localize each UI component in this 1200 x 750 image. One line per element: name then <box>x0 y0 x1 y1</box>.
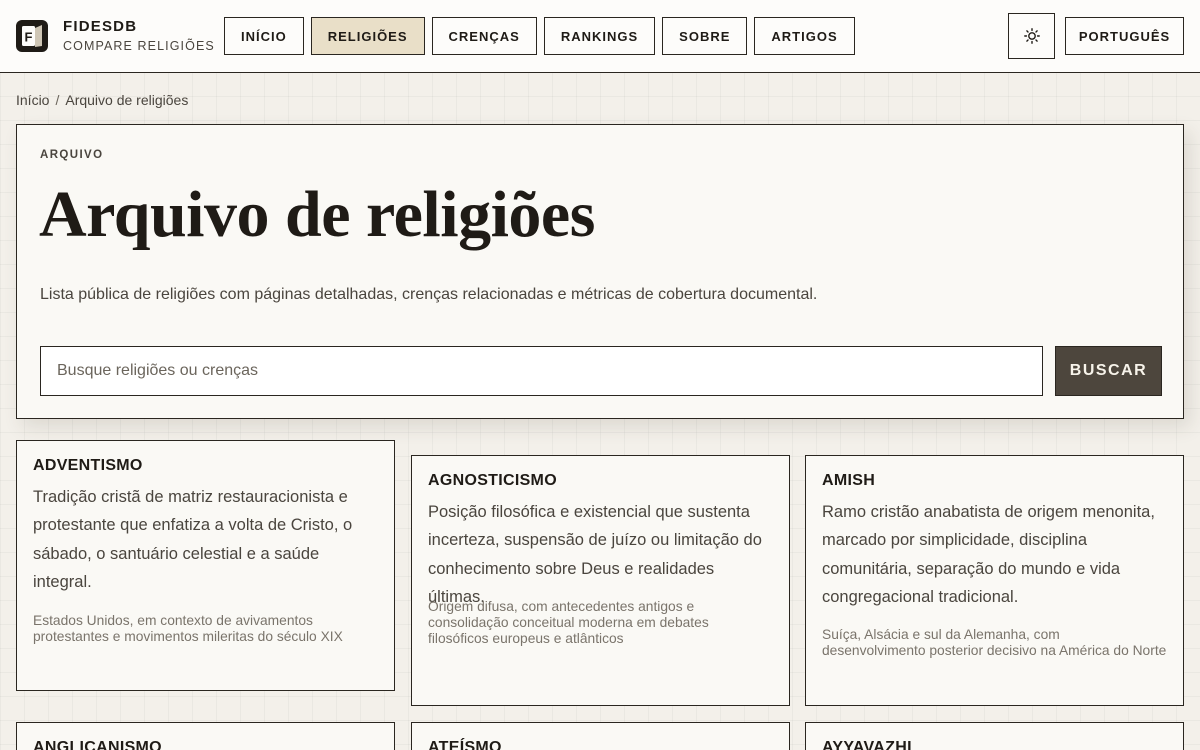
card-origin: Suíça, Alsácia e sul da Alemanha, com de… <box>822 627 1167 658</box>
religion-card-amish[interactable]: AMISH Ramo cristão anabatista de origem … <box>805 455 1184 706</box>
page-description: Lista pública de religiões com páginas d… <box>40 286 818 303</box>
religion-card-ateismo[interactable]: ATEÍSMO <box>411 722 790 750</box>
nav-crencas[interactable]: CRENÇAS <box>431 17 537 55</box>
card-description: Ramo cristão anabatista de origem menoni… <box>822 503 1155 606</box>
brand[interactable]: F FIDESDB COMPARE RELIGIÕES <box>16 18 215 54</box>
card-origin: Origem difusa, com antecedentes antigos … <box>428 599 709 646</box>
nav-religioes[interactable]: RELIGIÕES <box>310 17 425 55</box>
archive-hero-panel: ARQUIVO Arquivo de religiões Lista públi… <box>16 124 1184 419</box>
site-header: F FIDESDB COMPARE RELIGIÕES INÍCIO RELIG… <box>0 0 1200 73</box>
breadcrumb-home-link[interactable]: Início <box>16 92 49 108</box>
card-title: AGNOSTICISMO <box>428 472 557 489</box>
religion-card-ayyavazhi[interactable]: AYYAVAZHI <box>805 722 1184 750</box>
language-select[interactable]: PORTUGUÊS <box>1065 17 1184 55</box>
card-title: ATEÍSMO <box>428 739 502 750</box>
breadcrumb-separator: / <box>55 92 60 108</box>
religion-card-adventismo[interactable]: ADVENTISMO Tradição cristã de matriz res… <box>16 440 395 691</box>
card-title: ADVENTISMO <box>33 457 143 474</box>
logo-letter: F <box>25 30 33 45</box>
card-description: Posição filosófica e existencial que sus… <box>428 503 762 606</box>
card-title: AYYAVAZHI <box>822 739 912 750</box>
search-button[interactable]: BUSCAR <box>1055 346 1162 396</box>
card-title: ANGLICANISMO <box>33 739 162 750</box>
logo-icon: F <box>16 20 48 52</box>
religion-card-agnosticismo[interactable]: AGNOSTICISMO Posição filosófica e existe… <box>411 455 790 706</box>
nav-artigos[interactable]: ARTIGOS <box>754 17 855 55</box>
breadcrumb: Início / Arquivo de religiões <box>16 92 188 108</box>
nav-sobre[interactable]: SOBRE <box>662 17 748 55</box>
card-origin: Estados Unidos, em contexto de avivament… <box>33 613 343 644</box>
theme-toggle-button[interactable] <box>1008 13 1055 59</box>
breadcrumb-current: Arquivo de religiões <box>65 92 189 108</box>
section-eyebrow: ARQUIVO <box>40 149 104 161</box>
page-title: Arquivo de religiões <box>39 178 595 251</box>
search-input[interactable] <box>40 346 1043 396</box>
nav-inicio[interactable]: INÍCIO <box>224 17 304 55</box>
brand-name: FIDESDB <box>63 18 138 35</box>
religion-card-anglicanismo[interactable]: ANGLICANISMO <box>16 722 395 750</box>
sun-icon <box>1023 28 1040 44</box>
main-nav: INÍCIO RELIGIÕES CRENÇAS RANKINGS SOBRE … <box>224 17 855 55</box>
card-description: Tradição cristã de matriz restauracionis… <box>33 488 353 591</box>
brand-tagline: COMPARE RELIGIÕES <box>63 39 215 53</box>
card-title: AMISH <box>822 472 876 489</box>
nav-rankings[interactable]: RANKINGS <box>543 17 656 55</box>
